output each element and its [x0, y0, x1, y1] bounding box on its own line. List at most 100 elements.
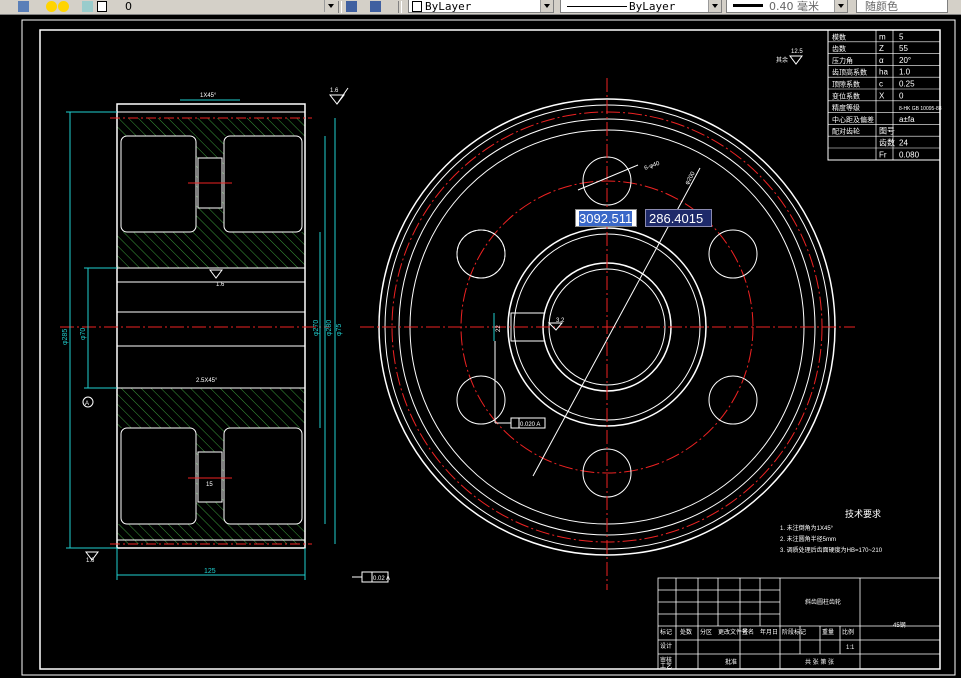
lineweight-dropdown-arrow[interactable] [834, 0, 847, 12]
pcd-note: φ200 [685, 170, 697, 186]
date-label: 年月日 [760, 628, 778, 636]
datum-a-symbol: A [82, 396, 94, 408]
part-name: 斜齿圆柱齿轮 [805, 598, 841, 606]
roughness-hub-label: 1.6 [216, 282, 225, 288]
section-view [60, 103, 330, 549]
mark-label: 标记 [660, 628, 672, 636]
roughness-top-label: 1.6 [330, 88, 339, 94]
dim-dia-4: φ70 [80, 328, 87, 340]
bore [116, 267, 306, 389]
cavity-bottom-left [120, 427, 197, 525]
scale-value: 1:1 [846, 645, 855, 651]
make-layer-current-icon[interactable] [346, 1, 357, 12]
linetype-sample [567, 6, 627, 7]
dim-width-bottom: 125 [204, 568, 216, 575]
param-symbol: 图号 [879, 127, 895, 136]
svg-text:A: A [85, 401, 89, 407]
layer-dropdown-arrow[interactable] [324, 0, 337, 12]
param-symbol: Z [879, 44, 884, 53]
param-value: 8-HK GB 10095-88 [899, 106, 942, 112]
param-symbol: Fr [879, 150, 887, 159]
plotstyle-dropdown[interactable]: 随颜色 [856, 0, 948, 13]
dynamic-input-angle[interactable]: 286.4015 [645, 209, 712, 227]
technical-requirements: 技术要求 1. 未注倒角为1X45° 2. 未注圆角半径5mm 3. 调质处理后… [780, 508, 883, 554]
param-symbol: α [879, 56, 884, 65]
hatch-hub-bottom [117, 388, 305, 428]
linetype-dropdown[interactable]: ByLayer [560, 0, 722, 13]
param-name: 顶隙系数 [832, 80, 860, 89]
color-value: ByLayer [425, 0, 472, 13]
linetype-value: ByLayer [629, 0, 676, 13]
roughness-general-value: 12.5 [791, 49, 803, 55]
hole-note: 6-φ40 [644, 161, 662, 172]
key-width-dim: 22 [496, 325, 502, 332]
param-name: 变位系数 [832, 91, 860, 100]
layer-value: 0 [125, 0, 132, 13]
layer-dropdown[interactable]: 0 [30, 0, 340, 13]
dim-chamfer-mid: 2.5X45° [196, 378, 218, 384]
lineweight-dropdown[interactable]: 0.40 毫米 [726, 0, 848, 13]
param-value: 0.080 [899, 150, 920, 159]
approve-label: 批准 [725, 658, 737, 666]
hatch-rim-bottom [117, 524, 305, 544]
tech-req-item: 2. 未注圆角半径5mm [780, 535, 836, 543]
param-value: a±fa [899, 115, 915, 124]
dim-dia-5: φ75 [336, 324, 343, 336]
weight-label: 重量 [822, 628, 834, 636]
cavity-top-left [120, 135, 197, 233]
param-name: 精度等级 [832, 103, 860, 112]
color-swatch-icon [412, 1, 422, 12]
color-dropdown-arrow[interactable] [540, 0, 553, 12]
dynamic-input-angle-value: 286.4015 [649, 211, 704, 226]
layer-previous-icon[interactable] [370, 1, 381, 12]
param-name: 模数 [832, 32, 846, 41]
scale-label: 比例 [842, 628, 854, 636]
param-symbol: ha [879, 68, 888, 77]
linetype-dropdown-arrow[interactable] [708, 0, 721, 12]
material-label: 45钢 [893, 621, 906, 629]
front-view [360, 78, 855, 590]
design-label: 设计 [660, 642, 672, 650]
tolerance-frame-front: 0.020 A [494, 341, 546, 429]
color-dropdown[interactable]: ByLayer [408, 0, 554, 13]
svg-text:0.020 A: 0.020 A [520, 422, 540, 428]
plotstyle-value: 随颜色 [865, 0, 898, 13]
param-value: 55 [899, 44, 908, 53]
stage-label: 阶段标记 [782, 628, 806, 636]
lineweight-value: 0.40 毫米 [769, 0, 819, 13]
zone-label: 分区 [700, 628, 712, 636]
dynamic-input-length[interactable]: 3092.511 [575, 209, 637, 227]
cavity-top-right [223, 135, 303, 233]
param-symbol: m [879, 32, 886, 41]
param-value: 5 [899, 32, 904, 41]
hatch-hub-top [117, 232, 305, 268]
param-symbol: c [879, 80, 883, 89]
dynamic-input-length-value: 3092.511 [579, 211, 633, 226]
param-value: 0.25 [899, 80, 915, 89]
process-label: 工艺 [660, 662, 672, 670]
tolerance-frame-side: 0.02 A [352, 571, 390, 583]
drawing-canvas[interactable]: φ285 φ70 φ270 φ280 φ75 125 1X45° 2.5X45°… [0, 14, 961, 678]
toolbar-separator [398, 1, 402, 13]
dim-leader [577, 164, 639, 191]
roughness-note: 其余 [776, 56, 788, 64]
tech-req-item: 1. 未注倒角为1X45° [780, 524, 834, 532]
tech-req-item: 3. 调质处理后齿面硬度为HB=170~210 [780, 546, 883, 554]
parameter-rows: 模数 m 5 齿数 Z 55 压力角 α 20° 齿顶高系数 ha 1.0 顶隙系数 c 0.25 变位系数 X… [828, 32, 942, 161]
dim-dia-3: φ280 [326, 320, 333, 336]
lineweight-sample [733, 4, 763, 7]
cavity-bottom-right [223, 427, 303, 525]
hatch-rim-top [117, 118, 305, 136]
param-value: 24 [899, 139, 908, 148]
web-slot-dim: 15 [206, 482, 213, 488]
dim-dia-1: φ285 [62, 329, 69, 345]
param-value: 0 [899, 91, 904, 100]
count-label: 处数 [680, 628, 692, 636]
param-symbol: X [879, 91, 885, 100]
layer-manager-icon[interactable] [18, 1, 29, 12]
dim-chamfer-top: 1X45° [200, 93, 217, 99]
tech-req-title: 技术要求 [845, 508, 881, 519]
check-label: 审核 [660, 656, 672, 664]
sheet-label: 共 张 第 张 [805, 658, 834, 666]
param-name: 齿数 [832, 44, 846, 53]
